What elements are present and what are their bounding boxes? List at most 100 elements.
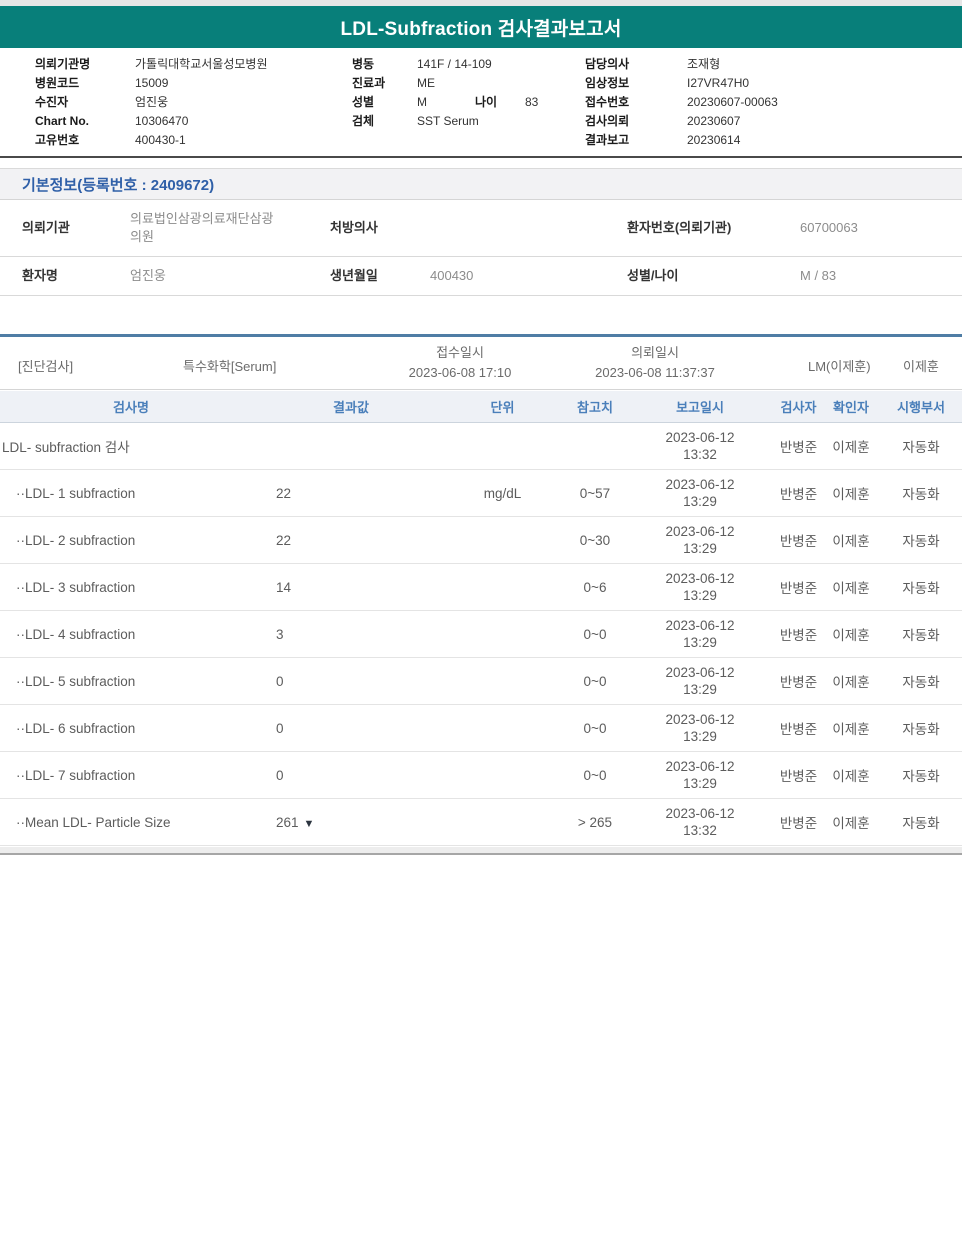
field-label: 임상정보 [585, 74, 687, 93]
report-datetime: 2023-06-1213:29 [625, 476, 775, 510]
request-datetime: 2023-06-08 11:37:37 [565, 363, 745, 383]
field-label: 나이 [475, 93, 525, 112]
table-row: ··Mean LDL- Particle Size261▼> 2652023-0… [0, 799, 962, 846]
tester-name: 반병준 [775, 671, 822, 691]
result-value: 0 [262, 721, 440, 736]
report-datetime: 2023-06-1213:32 [625, 805, 775, 839]
report-date: 2023-06-12 [625, 664, 775, 681]
report-datetime: 2023-06-1213:29 [625, 711, 775, 745]
table-row: ··LDL- 5 subfraction00~02023-06-1213:29반… [0, 658, 962, 705]
department: 자동화 [880, 765, 962, 785]
field-label: 담당의사 [585, 55, 687, 74]
test-name: ··LDL- 7 subfraction [0, 768, 262, 783]
report-time: 13:32 [625, 446, 775, 463]
reference-range: 0~57 [565, 486, 625, 501]
reference-range: 0~0 [565, 674, 625, 689]
result-value: 261▼ [262, 815, 440, 830]
result-value: 3 [262, 627, 440, 642]
field-label: 진료과 [352, 74, 417, 93]
header-field-row: 담당의사조재형 [585, 55, 945, 74]
report-date: 2023-06-12 [625, 429, 775, 446]
tester-name: 반병준 [775, 483, 822, 503]
table-row: ··LDL- 6 subfraction00~02023-06-1213:29반… [0, 705, 962, 752]
field-label: 접수번호 [585, 93, 687, 112]
request-datetime-block: 의뢰일시 2023-06-08 11:37:37 [565, 343, 745, 383]
column-header: 검사자 [775, 397, 822, 416]
reference-range: 0~0 [565, 768, 625, 783]
field-value: 141F / 14-109 [417, 57, 492, 71]
results-table-header: 검사명결과값단위참고치보고일시검사자확인자시행부서 [0, 391, 962, 423]
field-label: 병동 [352, 55, 417, 74]
test-name: ··LDL- 5 subfraction [0, 674, 262, 689]
report-date: 2023-06-12 [625, 805, 775, 822]
department: 자동화 [880, 671, 962, 691]
report-time: 13:32 [625, 822, 775, 839]
table-row: ··LDL- 2 subfraction220~302023-06-1213:2… [0, 517, 962, 564]
column-header: 보고일시 [625, 397, 775, 416]
field-value: 10306470 [135, 114, 188, 128]
field-value: 조재형 [687, 57, 720, 71]
department: 자동화 [880, 483, 962, 503]
unit: mg/dL [440, 486, 565, 501]
field-label: 검사의뢰 [585, 112, 687, 131]
department: 자동화 [880, 436, 962, 456]
header-field-row: 결과보고20230614 [585, 131, 945, 150]
tester-name: 반병준 [775, 436, 822, 456]
test-name: ··LDL- 1 subfraction [0, 486, 262, 501]
tester-name: 반병준 [775, 530, 822, 550]
department: 자동화 [880, 577, 962, 597]
column-header: 확인자 [822, 397, 880, 416]
field-value: 엄진웅 [110, 267, 310, 285]
header-info-middle-column: 병동141F / 14-109진료과ME성별M나이83검체SST Serum [352, 55, 582, 131]
field-value: 60700063 [770, 219, 962, 237]
specimen-band: [진단검사] 특수화학[Serum] 접수일시 2023-06-08 17:10… [0, 334, 962, 390]
header-divider [0, 156, 962, 158]
column-header: 검사명 [0, 397, 262, 416]
header-field-row: 고유번호400430-1 [35, 131, 335, 150]
report-time: 13:29 [625, 540, 775, 557]
receipt-label: 접수일시 [380, 343, 540, 363]
tester-name: 반병준 [775, 812, 822, 832]
header-info: 의뢰기관명가톨릭대학교서울성모병원병원코드15009수진자엄진웅Chart No… [0, 55, 962, 155]
report-time: 13:29 [625, 587, 775, 604]
field-label: 환자명 [0, 267, 110, 285]
tester-name: 반병준 [775, 718, 822, 738]
basic-info-row: 의뢰기관의료법인삼광의료재단삼광의원처방의사환자번호(의뢰기관)60700063 [0, 200, 962, 257]
header-field-row: Chart No.10306470 [35, 112, 335, 131]
field-value: 가톨릭대학교서울성모병원 [135, 57, 267, 71]
test-name: ··LDL- 2 subfraction [0, 533, 262, 548]
verifier-name: 이제훈 [822, 530, 880, 550]
test-name: ··LDL- 3 subfraction [0, 580, 262, 595]
header-info-right-column: 담당의사조재형임상정보I27VR47H0접수번호20230607-00063검사… [585, 55, 945, 150]
confirmer-name: 이제훈 [903, 356, 939, 375]
field-value: 20230607 [687, 114, 740, 128]
report-date: 2023-06-12 [625, 617, 775, 634]
verifier-name: 이제훈 [822, 483, 880, 503]
report-datetime: 2023-06-1213:29 [625, 523, 775, 557]
table-row: ··LDL- 7 subfraction00~02023-06-1213:29반… [0, 752, 962, 799]
horizontal-scrollbar[interactable] [0, 847, 962, 855]
field-value: 400430-1 [135, 133, 186, 147]
field-label: 검체 [352, 112, 417, 131]
field-value: I27VR47H0 [687, 76, 749, 90]
column-header: 단위 [440, 397, 565, 416]
report-datetime: 2023-06-1213:29 [625, 617, 775, 651]
report-date: 2023-06-12 [625, 758, 775, 775]
field-value: 엄진웅 [135, 95, 168, 109]
field-value: 83 [525, 95, 538, 109]
report-datetime: 2023-06-1213:29 [625, 664, 775, 698]
field-label: Chart No. [35, 112, 135, 131]
report-time: 13:29 [625, 634, 775, 651]
basic-info-section-title: 기본정보(등록번호 : 2409672) [22, 174, 214, 195]
table-row: ··LDL- 1 subfraction22mg/dL0~572023-06-1… [0, 470, 962, 517]
field-label: 의뢰기관 [0, 219, 110, 237]
reference-range: 0~0 [565, 721, 625, 736]
tester-name: 반병준 [775, 624, 822, 644]
verifier-name: 이제훈 [822, 624, 880, 644]
field-value: 400430 [405, 267, 600, 285]
column-header: 결과값 [262, 397, 440, 416]
report-time: 13:29 [625, 775, 775, 792]
field-label: 병원코드 [35, 74, 135, 93]
department: 자동화 [880, 718, 962, 738]
header-field-row: 의뢰기관명가톨릭대학교서울성모병원 [35, 55, 335, 74]
